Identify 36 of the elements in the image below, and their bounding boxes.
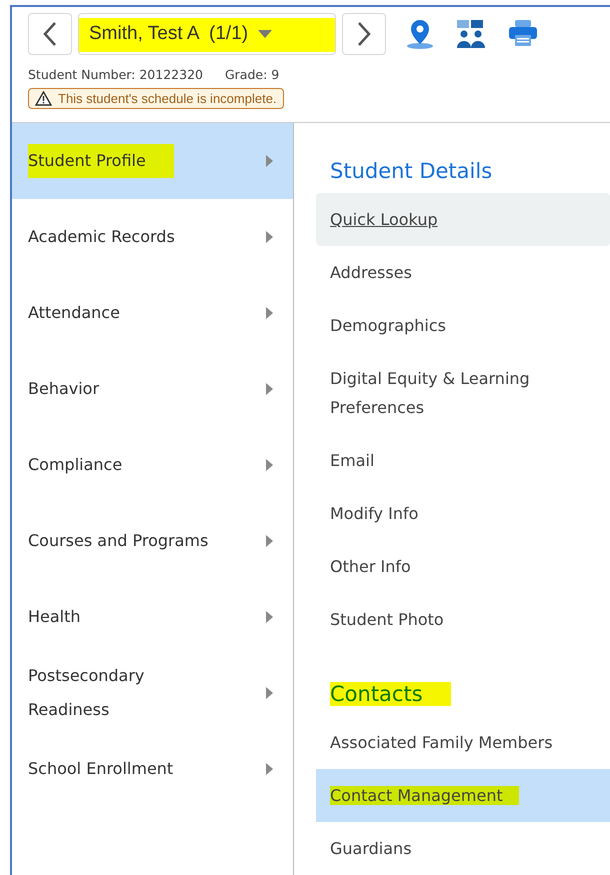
- sidebar-item[interactable]: Student Profile: [12, 123, 293, 199]
- menu-link[interactable]: Email: [316, 434, 610, 487]
- caret-right-icon: [266, 383, 273, 395]
- menu-link[interactable]: Student Photo: [316, 593, 610, 646]
- schedule-alert: This student's schedule is incomplete.: [28, 88, 284, 109]
- caret-right-icon: [266, 307, 273, 319]
- menu-link[interactable]: Quick Lookup: [316, 193, 610, 246]
- menu-link[interactable]: Contact Management: [316, 769, 610, 822]
- section-heading: Contacts: [330, 682, 451, 706]
- grade: Grade: 9: [224, 67, 280, 82]
- menu-link[interactable]: Demographics: [316, 299, 610, 352]
- next-button[interactable]: [342, 13, 386, 55]
- caret-right-icon: [266, 231, 273, 243]
- people-chat-icon[interactable]: [456, 19, 486, 49]
- caret-right-icon: [266, 155, 273, 167]
- menu-link[interactable]: Digital Equity & Learning Preferences: [316, 352, 610, 434]
- menu-link[interactable]: Other Info: [316, 540, 610, 593]
- warning-icon: [35, 91, 52, 106]
- map-pin-icon[interactable]: [406, 19, 434, 49]
- student-selector[interactable]: Smith, Test A (1/1): [78, 13, 336, 55]
- menu-link[interactable]: Associated Family Members: [316, 716, 610, 769]
- previous-button[interactable]: [28, 13, 72, 55]
- chevron-left-icon: [43, 21, 57, 47]
- caret-right-icon: [266, 687, 273, 699]
- menu-link[interactable]: Modify Info: [316, 487, 610, 540]
- caret-icon: [258, 30, 272, 38]
- caret-right-icon: [266, 611, 273, 623]
- caret-right-icon: [266, 763, 273, 775]
- section-heading: Student Details: [330, 159, 492, 183]
- menu-link[interactable]: Guardians: [316, 822, 610, 875]
- printer-icon[interactable]: [508, 19, 538, 47]
- caret-right-icon: [266, 535, 273, 547]
- chevron-right-icon: [357, 21, 371, 47]
- student-number: Student Number: 20122320: [28, 67, 203, 82]
- caret-right-icon: [266, 459, 273, 471]
- menu-link[interactable]: Addresses: [316, 246, 610, 299]
